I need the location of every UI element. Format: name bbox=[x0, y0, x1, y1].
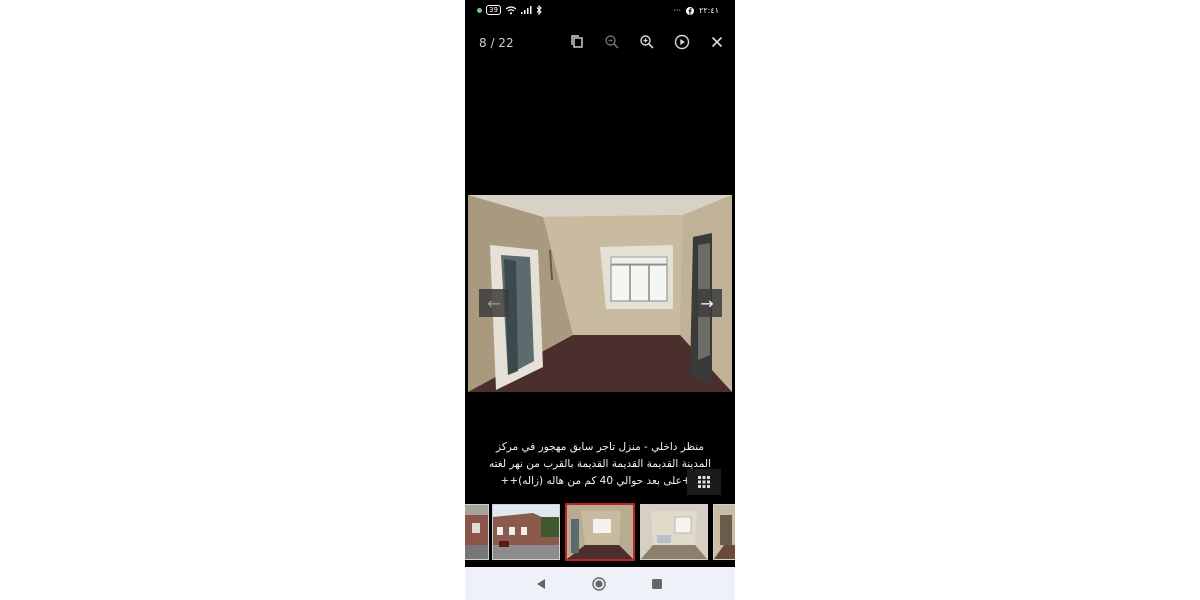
facebook-icon bbox=[686, 6, 695, 15]
grid-icon bbox=[698, 476, 710, 488]
recents-icon[interactable] bbox=[650, 576, 664, 590]
thumbnail-3-active[interactable] bbox=[565, 503, 635, 561]
bluetooth-icon bbox=[536, 5, 542, 15]
status-overflow: ··· bbox=[673, 6, 682, 15]
status-left: 39 bbox=[477, 5, 542, 15]
arrow-right-icon: → bbox=[700, 293, 714, 313]
caption-line: المدينة القديمة القديمة القديمة بالقرب م… bbox=[488, 458, 711, 470]
zoom-out-icon[interactable] bbox=[603, 33, 621, 51]
play-icon[interactable] bbox=[673, 33, 691, 51]
thumbnail-4[interactable] bbox=[640, 504, 708, 560]
next-image-button[interactable]: → bbox=[692, 289, 722, 317]
caption-line: ++على بعد حوالي 40 كم من هاله (زاله)++ bbox=[500, 475, 700, 487]
phone-screen: 39 ··· ٢٢:٤١ 8 / 22 ← → منظر داخلي - منز… bbox=[465, 0, 735, 600]
battery-icon: 39 bbox=[486, 5, 501, 15]
notification-dot-icon bbox=[477, 7, 482, 13]
home-icon[interactable] bbox=[592, 576, 606, 591]
thumbnail-5[interactable] bbox=[713, 504, 735, 560]
back-icon[interactable] bbox=[534, 576, 548, 590]
system-nav-bar bbox=[465, 567, 735, 600]
zoom-in-icon[interactable] bbox=[638, 33, 656, 51]
image-caption: منظر داخلي - منزل تاجر سابق مهجور في مرك… bbox=[485, 439, 715, 490]
image-counter: 8 / 22 bbox=[479, 36, 514, 50]
copy-icon[interactable] bbox=[568, 33, 586, 51]
arrow-left-icon: ← bbox=[487, 293, 501, 313]
status-time: ٢٢:٤١ bbox=[699, 6, 719, 15]
status-right: ··· ٢٢:٤١ bbox=[673, 6, 719, 15]
grid-view-button[interactable] bbox=[687, 469, 721, 495]
thumbnail-2[interactable] bbox=[492, 504, 560, 560]
thumbnail-strip bbox=[465, 500, 735, 564]
close-icon[interactable] bbox=[708, 33, 726, 51]
viewer-toolbar: 8 / 22 bbox=[465, 30, 735, 54]
thumbnail-1[interactable] bbox=[465, 504, 489, 560]
wifi-icon bbox=[505, 5, 517, 14]
signal-icon bbox=[520, 6, 532, 14]
status-bar: 39 ··· ٢٢:٤١ bbox=[465, 0, 735, 24]
caption-line: منظر داخلي - منزل تاجر سابق مهجور في مرك… bbox=[495, 441, 705, 453]
previous-image-button[interactable]: ← bbox=[479, 289, 509, 317]
